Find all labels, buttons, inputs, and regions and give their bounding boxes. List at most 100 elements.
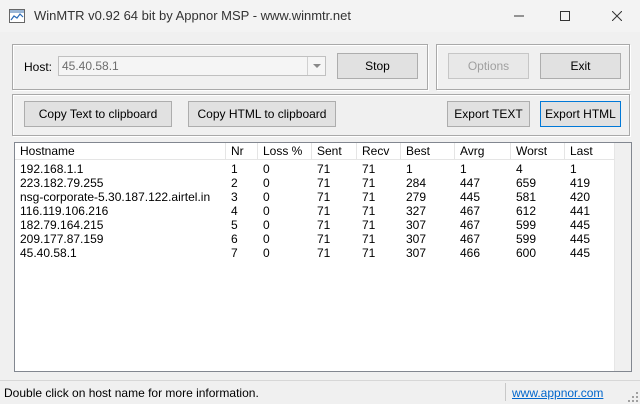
best-cell: 1 <box>406 163 413 176</box>
worst-cell: 612 <box>516 205 537 218</box>
nr-cell: 3 <box>231 191 238 204</box>
chevron-down-icon <box>312 63 321 68</box>
recv-cell: 71 <box>362 191 376 204</box>
sent-cell: 71 <box>317 191 331 204</box>
sent-cell: 71 <box>317 219 331 232</box>
worst-cell: 4 <box>516 163 523 176</box>
table-row[interactable]: 192.168.1.1 1 0 71 71 1 1 4 1 <box>15 163 615 176</box>
loss-cell: 0 <box>263 205 270 218</box>
maximize-button[interactable] <box>542 0 588 32</box>
worst-cell: 659 <box>516 177 537 190</box>
close-button[interactable] <box>594 0 640 32</box>
best-cell: 327 <box>406 205 427 218</box>
minimize-button[interactable] <box>496 0 542 32</box>
table-row[interactable]: 209.177.87.159 6 0 71 71 307 467 599 445 <box>15 233 615 246</box>
hostname-cell[interactable]: 116.119.106.216 <box>15 205 231 218</box>
recv-cell: 71 <box>362 233 376 246</box>
loss-cell: 0 <box>263 233 270 246</box>
options-button[interactable]: Options <box>448 53 529 79</box>
avrg-cell: 466 <box>460 247 481 260</box>
recv-cell: 71 <box>362 163 376 176</box>
worst-cell: 581 <box>516 191 537 204</box>
avrg-cell: 467 <box>460 219 481 232</box>
table-row[interactable]: nsg-corporate-5.30.187.122.airtel.in 3 0… <box>15 191 615 204</box>
minimize-icon <box>514 15 524 17</box>
nr-cell: 5 <box>231 219 238 232</box>
hostname-cell[interactable]: nsg-corporate-5.30.187.122.airtel.in <box>15 191 231 204</box>
best-cell: 279 <box>406 191 427 204</box>
copy-html-button[interactable]: Copy HTML to clipboard <box>188 101 336 127</box>
loss-cell: 0 <box>263 177 270 190</box>
column-header-nr[interactable]: Nr <box>226 143 258 160</box>
table-row[interactable]: 182.79.164.215 5 0 71 71 307 467 599 445 <box>15 219 615 232</box>
host-combobox[interactable]: 45.40.58.1 <box>58 56 326 76</box>
best-cell: 307 <box>406 219 427 232</box>
last-cell: 445 <box>570 247 591 260</box>
host-input[interactable]: 45.40.58.1 <box>62 59 119 73</box>
column-header-best[interactable]: Best <box>401 143 455 160</box>
copy-text-button[interactable]: Copy Text to clipboard <box>24 101 172 127</box>
table-row[interactable]: 116.119.106.216 4 0 71 71 327 467 612 44… <box>15 205 615 218</box>
recv-cell: 71 <box>362 219 376 232</box>
hostname-cell[interactable]: 182.79.164.215 <box>15 219 231 232</box>
last-cell: 445 <box>570 233 591 246</box>
table-row[interactable]: 223.182.79.255 2 0 71 71 284 447 659 419 <box>15 177 615 190</box>
close-icon <box>612 11 622 21</box>
column-header-sent[interactable]: Sent <box>312 143 357 160</box>
hostname-cell[interactable]: 192.168.1.1 <box>15 163 231 176</box>
title-bar[interactable]: WinMTR v0.92 64 bit by Appnor MSP - www.… <box>0 0 640 32</box>
best-cell: 307 <box>406 233 427 246</box>
avrg-cell: 1 <box>460 163 467 176</box>
status-bar: Double click on host name for more infor… <box>0 380 640 404</box>
loss-cell: 0 <box>263 163 270 176</box>
nr-cell: 2 <box>231 177 238 190</box>
avrg-cell: 467 <box>460 233 481 246</box>
sent-cell: 71 <box>317 163 331 176</box>
resize-grip-icon[interactable] <box>628 392 638 402</box>
column-header-recv[interactable]: Recv <box>357 143 401 160</box>
avrg-cell: 447 <box>460 177 481 190</box>
sent-cell: 71 <box>317 205 331 218</box>
hostname-cell[interactable]: 209.177.87.159 <box>15 233 231 246</box>
worst-cell: 599 <box>516 233 537 246</box>
nr-cell: 7 <box>231 247 238 260</box>
last-cell: 420 <box>570 191 591 204</box>
status-message: Double click on host name for more infor… <box>4 386 259 400</box>
hostname-cell[interactable]: 45.40.58.1 <box>15 247 231 260</box>
export-text-button[interactable]: Export TEXT <box>447 101 530 127</box>
column-header-loss[interactable]: Loss % <box>258 143 312 160</box>
worst-cell: 599 <box>516 219 537 232</box>
last-cell: 445 <box>570 219 591 232</box>
last-cell: 441 <box>570 205 591 218</box>
column-header-worst[interactable]: Worst <box>511 143 565 160</box>
status-link-pane: www.appnor.com <box>505 383 625 401</box>
appnor-link[interactable]: www.appnor.com <box>512 386 603 400</box>
sent-cell: 71 <box>317 177 331 190</box>
hostname-cell[interactable]: 223.182.79.255 <box>15 177 231 190</box>
export-html-button[interactable]: Export HTML <box>540 101 621 127</box>
host-dropdown-button[interactable] <box>307 57 325 75</box>
best-cell: 307 <box>406 247 427 260</box>
worst-cell: 600 <box>516 247 537 260</box>
host-label: Host: <box>24 60 53 74</box>
nr-cell: 1 <box>231 163 238 176</box>
last-cell: 1 <box>570 163 577 176</box>
sent-cell: 71 <box>317 247 331 260</box>
column-header-hostname[interactable]: Hostname <box>15 143 226 160</box>
stop-button[interactable]: Stop <box>337 53 418 79</box>
trace-results-list[interactable]: Hostname Nr Loss % Sent Recv Best Avrg W… <box>14 142 632 372</box>
recv-cell: 71 <box>362 177 376 190</box>
exit-button[interactable]: Exit <box>540 53 621 79</box>
recv-cell: 71 <box>362 247 376 260</box>
avrg-cell: 467 <box>460 205 481 218</box>
column-header-last[interactable]: Last <box>565 143 615 160</box>
nr-cell: 6 <box>231 233 238 246</box>
vertical-scrollbar[interactable] <box>614 143 631 371</box>
winmtr-app-icon <box>9 9 25 23</box>
table-row[interactable]: 45.40.58.1 7 0 71 71 307 466 600 445 <box>15 247 615 260</box>
list-header: Hostname Nr Loss % Sent Recv Best Avrg W… <box>15 143 615 161</box>
column-header-avrg[interactable]: Avrg <box>455 143 511 160</box>
window-title: WinMTR v0.92 64 bit by Appnor MSP - www.… <box>34 8 351 23</box>
best-cell: 284 <box>406 177 427 190</box>
avrg-cell: 445 <box>460 191 481 204</box>
